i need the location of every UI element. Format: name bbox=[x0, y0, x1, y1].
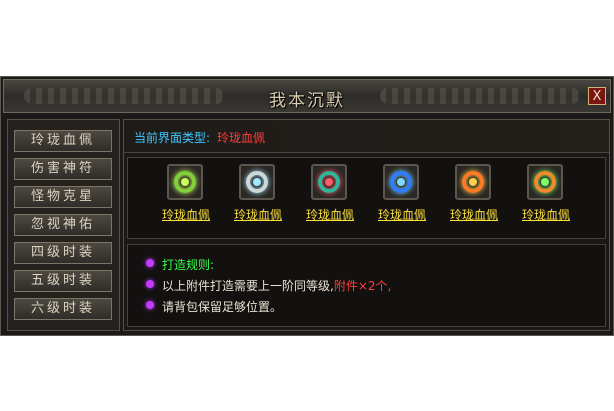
item-card[interactable]: 玲珑血佩 bbox=[298, 164, 362, 234]
ring-blue-icon[interactable] bbox=[383, 164, 419, 200]
item-name-link[interactable]: 玲珑血佩 bbox=[154, 206, 218, 223]
item-card[interactable]: 玲珑血佩 bbox=[154, 164, 218, 234]
ring-white-icon[interactable] bbox=[239, 164, 275, 200]
rules-line-1-highlight: 附件×2个, bbox=[333, 279, 392, 293]
sidebar-item-siji-shizhuang[interactable]: 四级时装 bbox=[14, 242, 112, 264]
bullet-icon bbox=[146, 280, 154, 288]
sidebar-item-liuji-shizhuang[interactable]: 六级时装 bbox=[14, 298, 112, 320]
sidebar-item-guaiwu-kexing[interactable]: 怪物克星 bbox=[14, 186, 112, 208]
interface-type-value: 玲珑血佩 bbox=[217, 131, 266, 145]
item-card[interactable]: 玲珑血佩 bbox=[226, 164, 290, 234]
ring-orange-icon[interactable] bbox=[455, 164, 491, 200]
sidebar-item-shanghai-shenfu[interactable]: 伤害神符 bbox=[14, 158, 112, 180]
ring-green-icon[interactable] bbox=[167, 164, 203, 200]
bullet-icon bbox=[146, 259, 154, 267]
item-name-link[interactable]: 玲珑血佩 bbox=[370, 206, 434, 223]
sidebar-item-hushi-shenyou[interactable]: 忽视神佑 bbox=[14, 214, 112, 236]
interface-type-label: 当前界面类型: bbox=[134, 131, 211, 145]
rules-line-1-text: 以上附件打造需要上一阶同等级, bbox=[162, 279, 334, 293]
item-name-link[interactable]: 玲珑血佩 bbox=[298, 206, 362, 223]
sidebar-item-wuji-shizhuang[interactable]: 五级时装 bbox=[14, 270, 112, 292]
item-card[interactable]: 玲珑血佩 bbox=[442, 164, 506, 234]
ring-teal-icon[interactable] bbox=[311, 164, 347, 200]
item-card[interactable]: 玲珑血佩 bbox=[370, 164, 434, 234]
title-bar: 我本沉默 X bbox=[3, 79, 611, 113]
ring-orange-green-icon[interactable] bbox=[527, 164, 563, 200]
rules-line-2: 请背包保留足够位置。 bbox=[146, 298, 283, 315]
item-grid: 玲珑血佩 玲珑血佩 玲珑血佩 玲珑血佩 玲珑血佩 玲珑血佩 bbox=[127, 157, 606, 239]
forge-rules: 打造规则: 以上附件打造需要上一阶同等级,附件×2个, 请背包保留足够位置。 bbox=[127, 244, 606, 327]
sidebar-item-linglong-xuepei[interactable]: 玲珑血佩 bbox=[14, 130, 112, 152]
rules-heading: 打造规则: bbox=[162, 258, 215, 272]
category-sidebar: 玲珑血佩 伤害神符 怪物克星 忽视神佑 四级时装 五级时装 六级时装 bbox=[7, 119, 120, 331]
item-name-link[interactable]: 玲珑血佩 bbox=[514, 206, 578, 223]
rules-line-2-text: 请背包保留足够位置。 bbox=[162, 300, 283, 314]
rules-line-1: 以上附件打造需要上一阶同等级,附件×2个, bbox=[146, 277, 392, 294]
bullet-icon bbox=[146, 301, 154, 309]
item-name-link[interactable]: 玲珑血佩 bbox=[442, 206, 506, 223]
rules-heading-line: 打造规则: bbox=[146, 256, 215, 273]
item-name-link[interactable]: 玲珑血佩 bbox=[226, 206, 290, 223]
close-icon[interactable]: X bbox=[588, 87, 606, 105]
item-card[interactable]: 玲珑血佩 bbox=[514, 164, 578, 234]
main-panel: 当前界面类型: 玲珑血佩 玲珑血佩 玲珑血佩 玲珑血佩 玲珑血佩 玲珑血佩 玲珑… bbox=[123, 119, 610, 331]
forge-window: 我本沉默 X 玲珑血佩 伤害神符 怪物克星 忽视神佑 四级时装 五级时装 六级时… bbox=[0, 76, 614, 336]
interface-type-line: 当前界面类型: 玲珑血佩 bbox=[124, 120, 609, 153]
window-title: 我本沉默 bbox=[269, 91, 345, 111]
